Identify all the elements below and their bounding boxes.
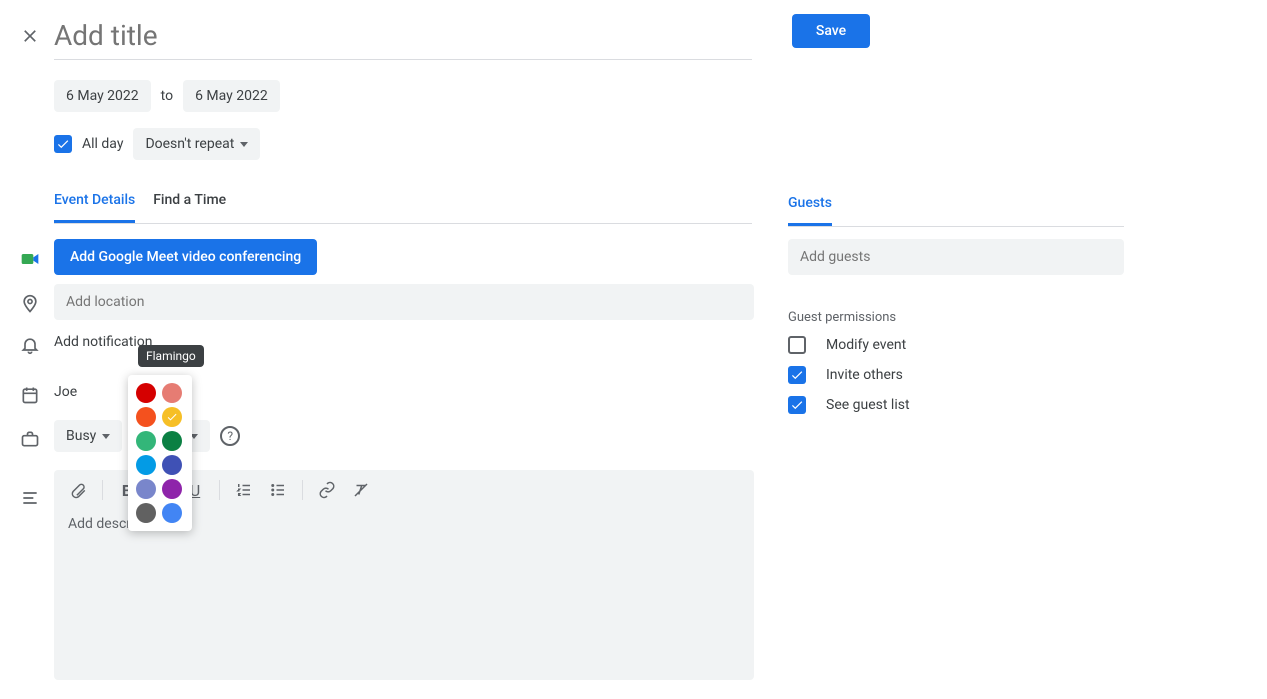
event-color-popover	[128, 375, 192, 531]
chevron-down-icon	[240, 142, 248, 147]
calendar-owner-label: Joe	[54, 384, 77, 400]
perm-row-see-guest-list: See guest list	[788, 396, 910, 414]
color-swatch-tangerine[interactable]	[136, 407, 156, 427]
description-icon	[18, 486, 42, 510]
color-swatch-grape[interactable]	[162, 479, 182, 499]
close-button[interactable]	[18, 24, 42, 48]
tab-event-details[interactable]: Event Details	[54, 192, 135, 223]
location-icon	[18, 292, 42, 316]
toolbar-divider	[302, 480, 303, 500]
color-swatch-blueberry[interactable]	[162, 455, 182, 475]
toolbar-divider	[219, 480, 220, 500]
color-swatch-default[interactable]	[162, 503, 182, 523]
location-input[interactable]	[54, 284, 754, 320]
meet-icon	[18, 247, 42, 271]
guests-tabs: Guests	[788, 192, 1124, 227]
start-date-chip[interactable]: 6 May 2022	[54, 80, 151, 112]
event-title-input[interactable]	[54, 12, 752, 60]
guest-permissions-title: Guest permissions	[788, 310, 896, 325]
calendar-icon	[18, 383, 42, 407]
perm-checkbox-see-guest-list[interactable]	[788, 396, 806, 414]
tab-find-a-time[interactable]: Find a Time	[153, 192, 226, 223]
toolbar-divider	[102, 480, 103, 500]
save-button[interactable]: Save	[792, 14, 870, 48]
date-row: 6 May 2022 to 6 May 2022	[54, 80, 280, 112]
unordered-list-button[interactable]	[268, 480, 288, 500]
link-button[interactable]	[317, 480, 337, 500]
allday-row: All day Doesn't repeat	[54, 128, 260, 160]
color-swatch-flamingo[interactable]	[162, 383, 182, 403]
tab-guests[interactable]: Guests	[788, 195, 832, 226]
add-meet-button[interactable]: Add Google Meet video conferencing	[54, 239, 317, 275]
recurrence-dropdown[interactable]: Doesn't repeat	[133, 128, 260, 160]
perm-label: Modify event	[826, 337, 906, 353]
color-swatch-sage[interactable]	[136, 431, 156, 451]
perm-label: See guest list	[826, 397, 910, 413]
color-swatch-graphite[interactable]	[136, 503, 156, 523]
availability-label: Busy	[66, 428, 96, 444]
perm-row-invite-others: Invite others	[788, 366, 903, 384]
ordered-list-button[interactable]	[234, 480, 254, 500]
color-swatch-lavender[interactable]	[136, 479, 156, 499]
availability-dropdown[interactable]: Busy	[54, 420, 122, 452]
perm-checkbox-modify-event[interactable]	[788, 336, 806, 354]
color-tooltip: Flamingo	[138, 345, 204, 367]
briefcase-icon	[18, 427, 42, 451]
to-label: to	[161, 88, 173, 104]
color-swatch-banana[interactable]	[162, 407, 182, 427]
add-guests-input[interactable]	[788, 239, 1124, 275]
chevron-down-icon	[102, 434, 110, 439]
attachment-button[interactable]	[68, 480, 88, 500]
color-swatch-peacock[interactable]	[136, 455, 156, 475]
end-date-chip[interactable]: 6 May 2022	[183, 80, 280, 112]
notification-icon	[18, 333, 42, 357]
recurrence-label: Doesn't repeat	[145, 136, 234, 152]
perm-row-modify-event: Modify event	[788, 336, 906, 354]
allday-checkbox[interactable]	[54, 135, 72, 153]
perm-checkbox-invite-others[interactable]	[788, 366, 806, 384]
allday-label: All day	[82, 136, 123, 152]
main-tabs: Event Details Find a Time	[54, 192, 752, 224]
visibility-help-icon[interactable]: ?	[220, 426, 240, 446]
clear-formatting-button[interactable]	[351, 480, 371, 500]
perm-label: Invite others	[826, 367, 903, 383]
color-swatch-basil[interactable]	[162, 431, 182, 451]
color-swatch-tomato[interactable]	[136, 383, 156, 403]
